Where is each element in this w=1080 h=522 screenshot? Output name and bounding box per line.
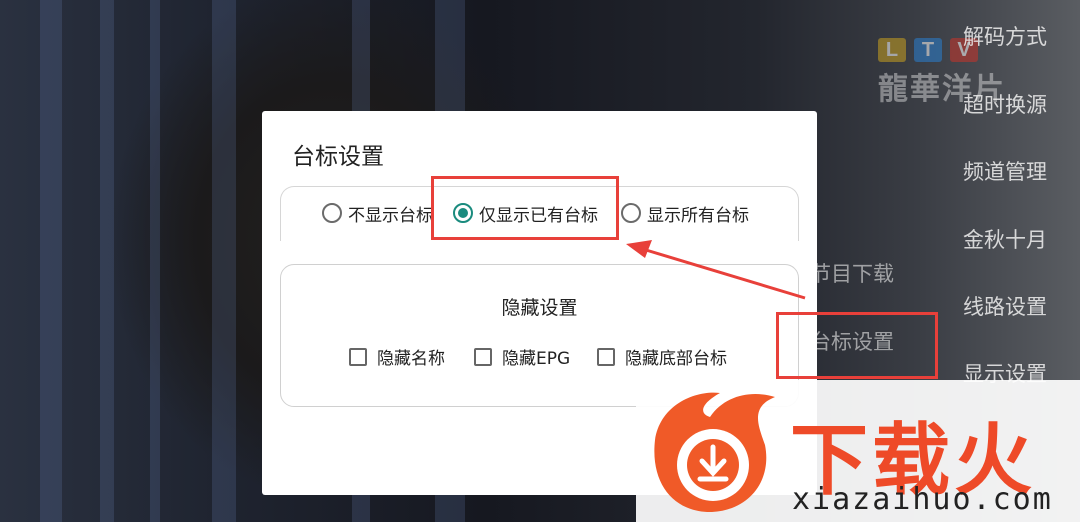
site-watermark-url: xiazaihuo.com (792, 482, 1053, 517)
flame-logo-icon (654, 392, 775, 513)
